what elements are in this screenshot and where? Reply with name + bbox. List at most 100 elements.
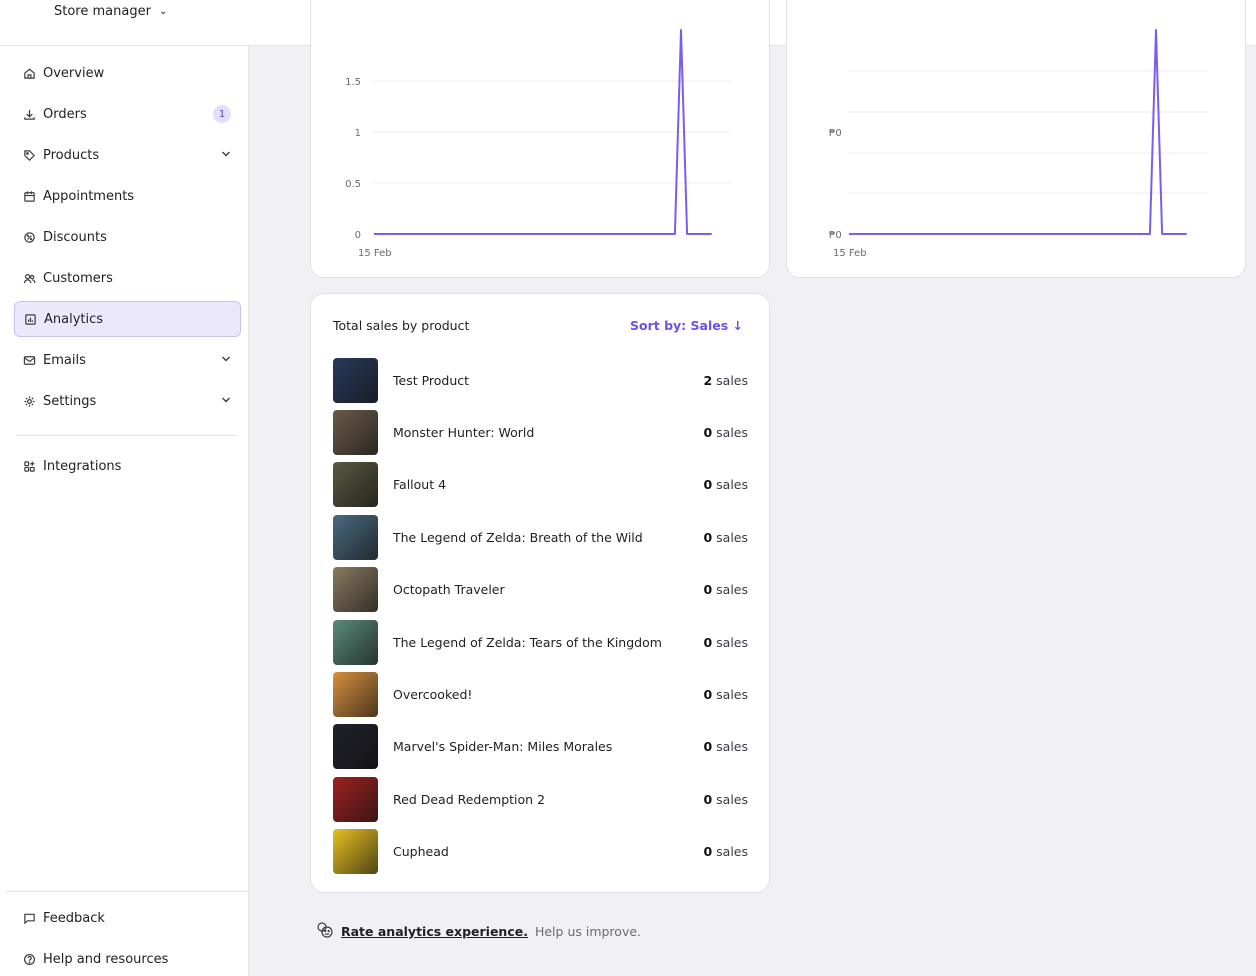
users-icon — [22, 271, 36, 285]
sidebar-item-label: Products — [43, 147, 100, 163]
sidebar-item-emails[interactable]: Emails — [14, 342, 241, 378]
card-title: Total sales by product — [333, 318, 470, 333]
series-line — [849, 29, 1187, 235]
rate-analytics-note: Rate analytics experience. Help us impro… — [316, 921, 641, 942]
sidebar-item-integrations[interactable]: Integrations — [14, 448, 241, 484]
product-name: Test Product — [393, 372, 470, 388]
product-row[interactable]: The Legend of Zelda: Tears of the Kingdo… — [333, 619, 748, 665]
sidebar-item-orders[interactable]: Orders 1 — [14, 96, 241, 132]
product-name: Monster Hunter: World — [393, 424, 535, 440]
orders-line-chart: 0 0.5 1 1.5 15 Feb — [345, 29, 731, 259]
chevron-down-icon[interactable] — [221, 353, 231, 368]
product-thumbnail — [333, 671, 378, 717]
sidebar-divider — [16, 435, 238, 436]
product-sales-count: 0 sales — [703, 844, 748, 860]
product-thumbnail — [333, 724, 378, 770]
sidebar-footer-divider — [6, 891, 249, 892]
chevron-down-icon: ⌄ — [158, 6, 168, 17]
product-row[interactable]: Test Product 2 sales — [333, 357, 748, 403]
discount-icon — [22, 230, 36, 244]
product-name: Cuphead — [393, 844, 449, 860]
help-improve-text: Help us improve. — [534, 924, 642, 939]
x-tick-label: 15 Feb — [358, 248, 392, 259]
sidebar-item-appointments[interactable]: Appointments — [14, 178, 241, 214]
sort-by-button[interactable]: Sort by: Sales ↓ — [630, 318, 743, 333]
y-tick-label: 0.5 — [345, 179, 361, 190]
chevron-down-icon[interactable] — [221, 148, 231, 163]
product-row[interactable]: The Legend of Zelda: Breath of the Wild 0… — [333, 514, 748, 560]
revenue-line-chart: ₱0 ₱0 15 Feb — [829, 29, 1207, 259]
product-row[interactable]: Marvel's Spider-Man: Miles Morales 0 sale… — [333, 724, 748, 770]
sidebar-item-label: Settings — [43, 393, 97, 409]
sidebar-item-analytics[interactable]: Analytics — [14, 301, 241, 337]
mail-icon — [22, 353, 36, 367]
smiley-feedback-icon — [316, 921, 334, 942]
product-sales-count: 2 sales — [703, 372, 748, 388]
product-row[interactable]: Red Dead Redemption 2 0 sales — [333, 776, 748, 822]
product-row[interactable]: Fallout 4 0 sales — [333, 462, 748, 508]
product-sales-count: 0 sales — [703, 424, 748, 440]
product-thumbnail — [333, 514, 378, 560]
download-tray-icon — [22, 107, 36, 121]
gear-icon — [22, 394, 36, 408]
product-thumbnail — [333, 829, 378, 875]
sidebar-item-discounts[interactable]: Discounts — [14, 219, 241, 255]
sidebar-item-label: Discounts — [43, 229, 107, 245]
product-row[interactable]: Overcooked! 0 sales — [333, 671, 748, 717]
sidebar-item-label: Customers — [43, 270, 113, 286]
store-switcher[interactable]: Store manager ⌄ — [54, 4, 167, 19]
y-tick-label: 1 — [355, 128, 361, 139]
orders-count-badge: 1 — [213, 105, 231, 123]
product-name: The Legend of Zelda: Tears of the Kingdo… — [393, 634, 662, 650]
product-name: Overcooked! — [393, 686, 473, 702]
product-sales-count: 0 sales — [703, 686, 748, 702]
apps-plus-icon — [22, 459, 36, 473]
product-thumbnail — [333, 462, 378, 508]
store-name: Store manager — [54, 4, 151, 19]
product-row[interactable]: Cuphead 0 sales — [333, 829, 748, 875]
y-tick-label: ₱0 — [829, 128, 842, 139]
sidebar: Overview Orders 1 Products Appointments … — [0, 46, 249, 976]
rate-analytics-link[interactable]: Rate analytics experience. — [341, 924, 528, 939]
sidebar-item-overview[interactable]: Overview — [14, 55, 241, 91]
product-sales-count: 0 sales — [703, 791, 748, 807]
sidebar-item-label: Integrations — [43, 458, 122, 474]
sidebar-item-label: Analytics — [44, 311, 104, 327]
product-thumbnail — [333, 776, 378, 822]
product-name: The Legend of Zelda: Breath of the Wild — [393, 529, 643, 545]
product-row[interactable]: Octopath Traveler 0 sales — [333, 567, 748, 613]
product-thumbnail — [333, 357, 378, 403]
sales-by-product-card: Total sales by product Sort by: Sales ↓ … — [310, 293, 770, 893]
product-name: Red Dead Redemption 2 — [393, 791, 546, 807]
sidebar-item-customers[interactable]: Customers — [14, 260, 241, 296]
product-thumbnail — [333, 619, 378, 665]
product-sales-count: 0 sales — [703, 582, 748, 598]
product-name: Fallout 4 — [393, 477, 447, 493]
sidebar-item-label: Feedback — [43, 910, 105, 926]
home-icon — [22, 66, 36, 80]
y-tick-label: 0 — [355, 230, 361, 241]
sidebar-item-help[interactable]: Help and resources — [14, 941, 241, 976]
chat-bubble-icon — [22, 911, 36, 925]
sidebar-item-products[interactable]: Products — [14, 137, 241, 173]
product-thumbnail — [333, 567, 378, 613]
chevron-down-icon[interactable] — [221, 394, 231, 409]
y-tick-label: 1.5 — [345, 77, 361, 88]
tag-icon — [22, 148, 36, 162]
sidebar-item-label: Orders — [43, 106, 87, 122]
product-sales-count: 0 sales — [703, 739, 748, 755]
sidebar-item-label: Help and resources — [43, 951, 169, 967]
y-tick-label: ₱0 — [829, 230, 842, 241]
orders-chart-card: 0 0.5 1 1.5 15 Feb — [310, 0, 770, 278]
calendar-icon — [22, 189, 36, 203]
product-row[interactable]: Monster Hunter: World 0 sales — [333, 409, 748, 455]
product-sales-count: 0 sales — [703, 634, 748, 650]
sidebar-item-feedback[interactable]: Feedback — [14, 900, 241, 936]
sidebar-item-label: Overview — [43, 65, 105, 81]
sidebar-item-settings[interactable]: Settings — [14, 383, 241, 419]
x-tick-label: 15 Feb — [833, 248, 867, 259]
product-name: Octopath Traveler — [393, 582, 505, 598]
product-sales-count: 0 sales — [703, 477, 748, 493]
product-thumbnail — [333, 409, 378, 455]
bar-chart-icon — [23, 312, 37, 326]
